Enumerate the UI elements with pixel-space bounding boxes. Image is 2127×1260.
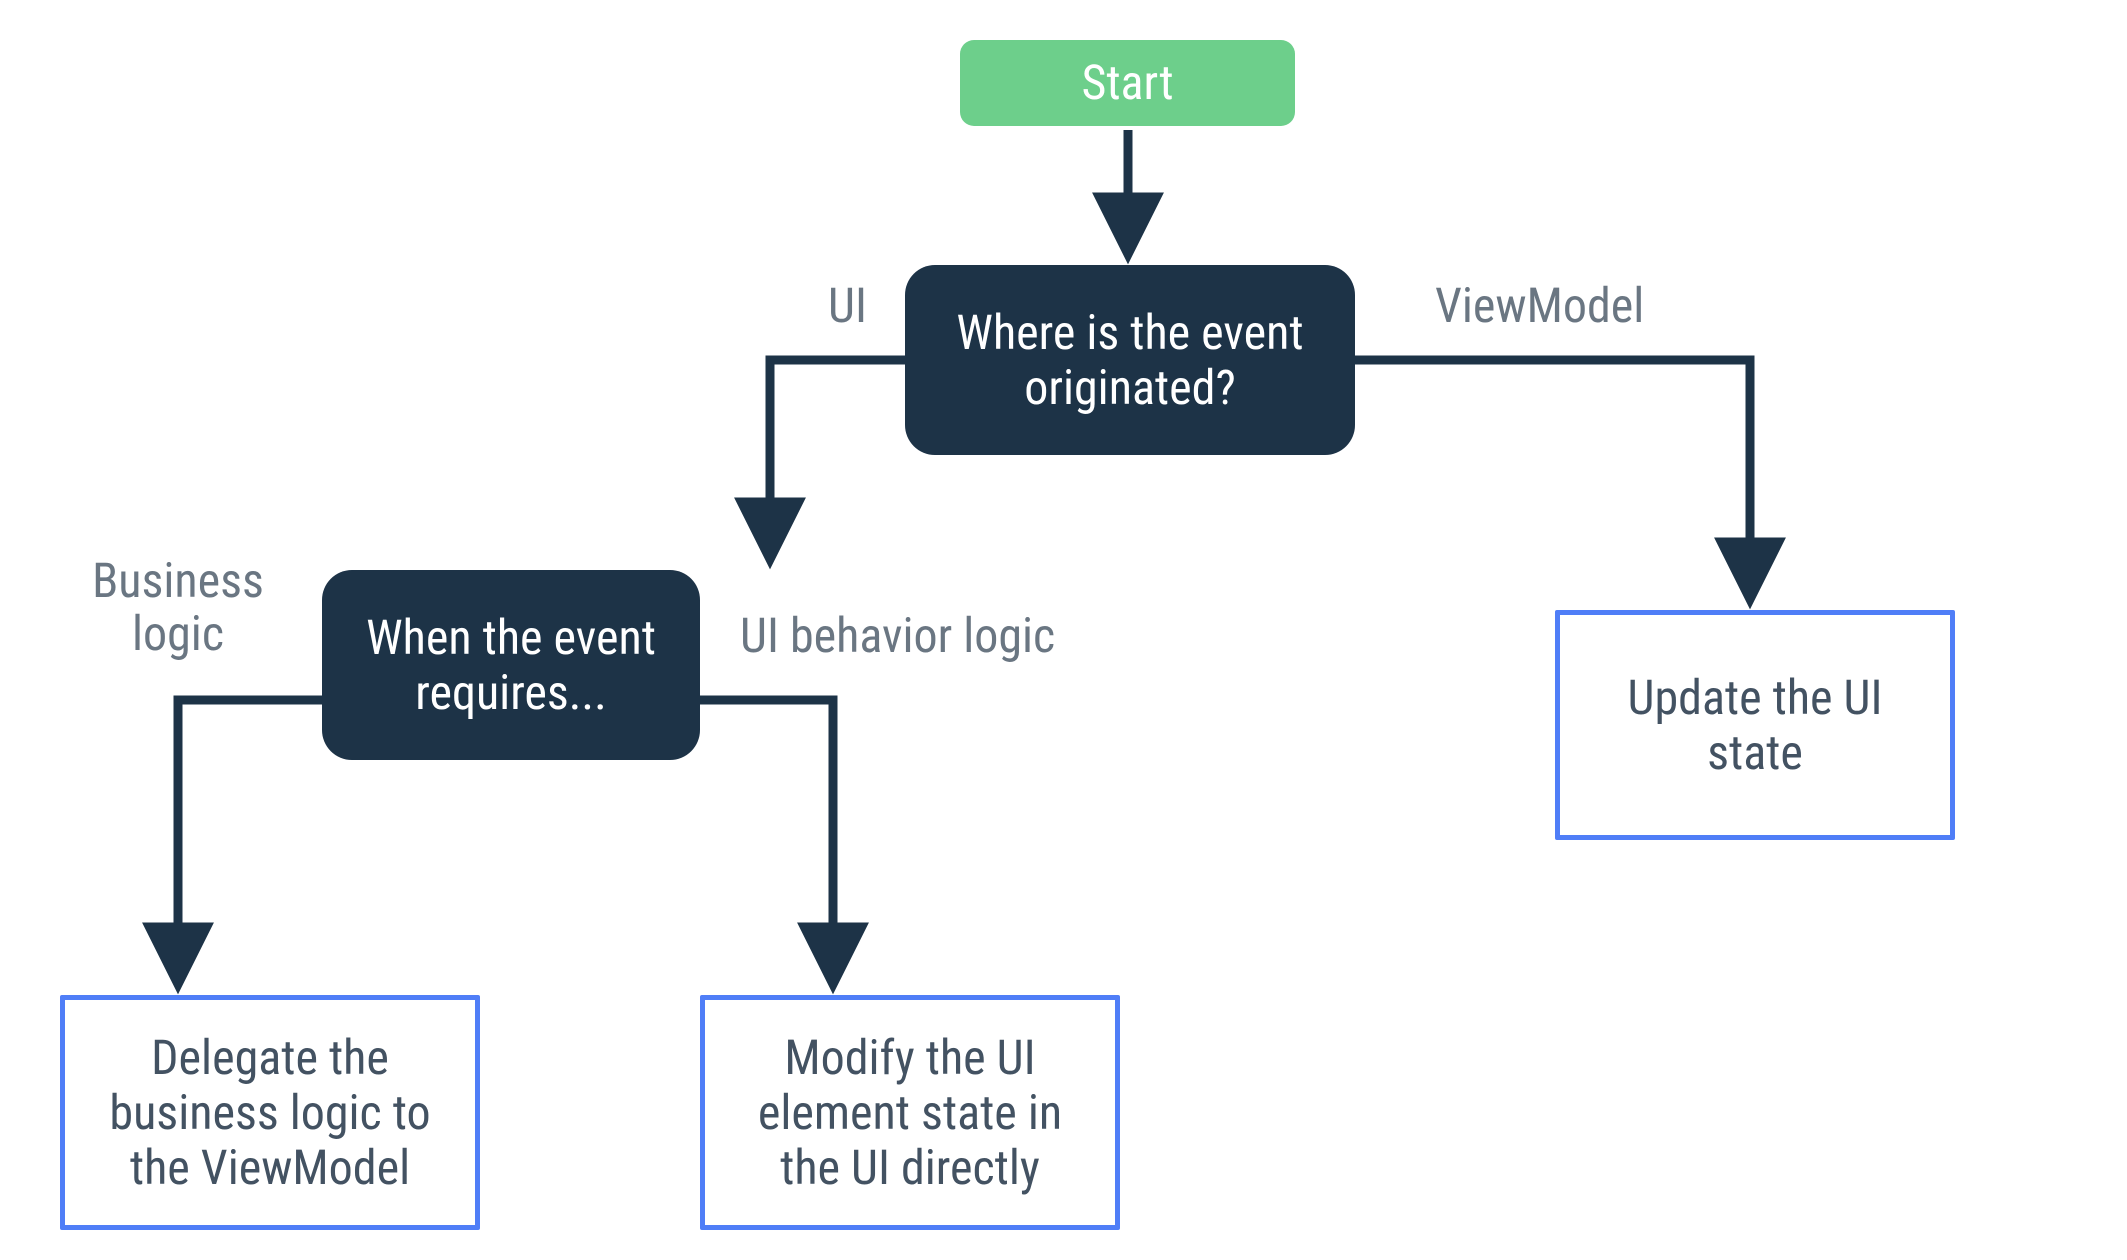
node-terminal-modify-ui: Modify the UI element state in the UI di… — [700, 995, 1120, 1230]
arrow-decision1-viewmodel — [1355, 360, 1750, 595]
edge-label-ui-behavior-logic: UI behavior logic — [740, 610, 1055, 663]
flowchart: Start Where is the event originated? UI … — [0, 0, 2127, 1260]
arrow-decision2-uibehavior — [700, 700, 833, 980]
node-terminal-update-ui-state: Update the UI state — [1555, 610, 1955, 840]
node-decision-event-origin: Where is the event originated? — [905, 265, 1355, 455]
edge-label-ui: UI — [828, 280, 867, 333]
node-decision-event-requires: When the event requires... — [322, 570, 700, 760]
node-terminal-delegate-viewmodel: Delegate the business logic to the ViewM… — [60, 995, 480, 1230]
edge-label-viewmodel: ViewModel — [1435, 280, 1644, 333]
node-start: Start — [960, 40, 1295, 126]
arrow-decision1-ui — [770, 360, 905, 555]
edge-label-business-logic: Business logic — [62, 555, 294, 661]
arrow-decision2-business — [178, 700, 322, 980]
